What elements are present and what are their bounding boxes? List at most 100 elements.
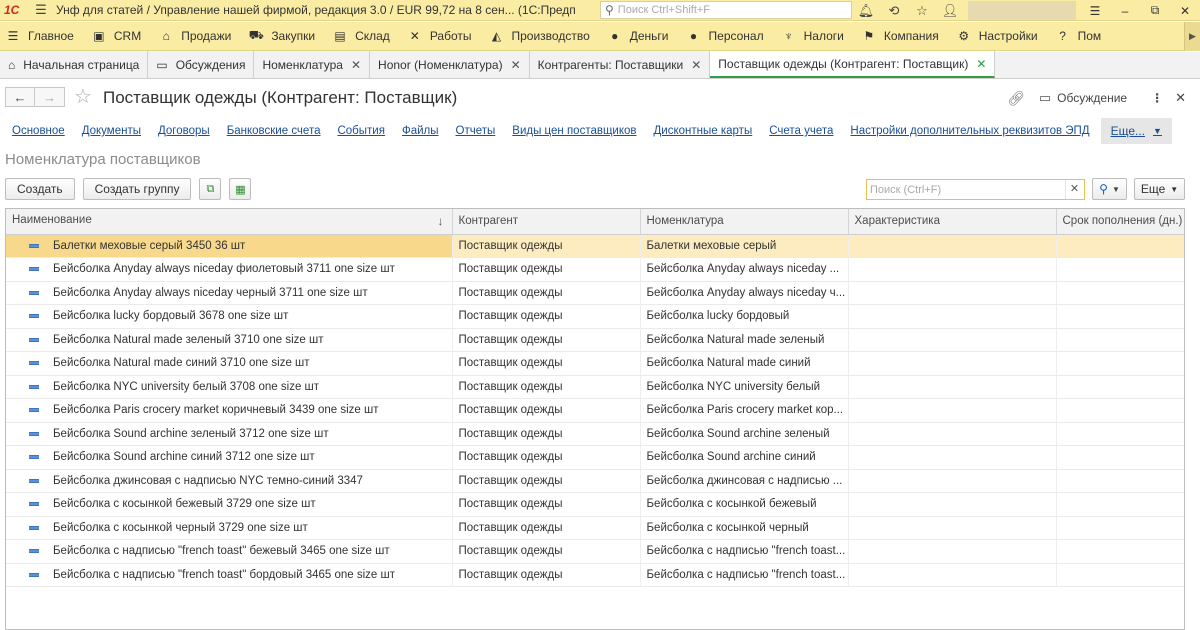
discussion-button[interactable]: Обсуждение: [1057, 91, 1127, 105]
cell-name[interactable]: Бейсболка Sound archine синий 3712 one s…: [6, 445, 453, 470]
list-search-field[interactable]: ✕: [866, 179, 1085, 200]
cell-replenishment-period[interactable]: [1056, 469, 1184, 493]
cell-name[interactable]: Бейсболка с надписью "french toast" беже…: [6, 539, 453, 564]
section-help[interactable]: ? Пом: [1047, 22, 1111, 51]
cell-nomenclature[interactable]: Бейсболка Sound archine зеленый: [640, 422, 849, 446]
create-group-button[interactable]: Создать группу: [82, 178, 192, 200]
cell-replenishment-period[interactable]: [1056, 375, 1184, 399]
cell-nomenclature[interactable]: Бейсболка с косынкой черный: [640, 516, 849, 540]
table-row[interactable]: Бейсболка джинсовая с надписью NYC темно…: [6, 469, 1184, 493]
nav-link-contracts[interactable]: Договоры: [158, 125, 210, 137]
table-row[interactable]: Бейсболка NYC university белый 3708 one …: [6, 375, 1184, 399]
section-production[interactable]: ◭ Производство: [481, 22, 599, 51]
table-row[interactable]: Бейсболка Sound archine зеленый 3712 one…: [6, 422, 1184, 446]
close-form-icon[interactable]: ✕: [1175, 90, 1186, 106]
cell-replenishment-period[interactable]: [1056, 516, 1184, 540]
user-icon[interactable]: 👤︎: [936, 3, 964, 19]
cell-replenishment-period[interactable]: [1056, 539, 1184, 564]
table-row[interactable]: Бейсболка Sound archine синий 3712 one s…: [6, 445, 1184, 470]
section-taxes[interactable]: ♆ Налоги: [773, 22, 853, 51]
more-actions-icon[interactable]: ⋮: [1151, 91, 1163, 105]
settings-menu-icon[interactable]: ☰: [1080, 4, 1110, 18]
cell-characteristic[interactable]: [848, 281, 1057, 305]
cell-characteristic[interactable]: [848, 492, 1057, 517]
cell-nomenclature[interactable]: Бейсболка NYC university белый: [640, 375, 849, 399]
cell-characteristic[interactable]: [848, 445, 1057, 470]
table-row[interactable]: Бейсболка с косынкой бежевый 3729 one si…: [6, 492, 1184, 517]
nav-link-reports[interactable]: Отчеты: [456, 125, 496, 137]
cell-replenishment-period[interactable]: [1056, 445, 1184, 470]
nav-link-discount-cards[interactable]: Дисконтные карты: [654, 125, 753, 137]
forward-button[interactable]: →: [35, 87, 65, 107]
maximize-icon[interactable]: ⧉: [1140, 3, 1170, 18]
cell-counterparty[interactable]: Поставщик одежды: [452, 539, 641, 564]
cell-name[interactable]: Бейсболка Anyday always niceday черный 3…: [6, 281, 453, 305]
section-main[interactable]: ☰ Главное: [0, 22, 83, 51]
cell-name[interactable]: Бейсболка NYC university белый 3708 one …: [6, 375, 453, 399]
close-tab-icon[interactable]: ✕: [511, 58, 521, 72]
section-warehouse[interactable]: ▤ Склад: [324, 22, 399, 51]
minimize-icon[interactable]: ‒: [1110, 4, 1140, 18]
tab-home[interactable]: ⌂ Начальная страница: [0, 51, 149, 78]
tab-clothing-supplier[interactable]: Поставщик одежды (Контрагент: Поставщик)…: [710, 51, 996, 78]
cell-nomenclature[interactable]: Бейсболка Anyday always niceday ч...: [640, 281, 849, 305]
copy-item-button[interactable]: ⧉: [199, 178, 222, 200]
cell-counterparty[interactable]: Поставщик одежды: [452, 351, 641, 376]
table-row[interactable]: Бейсболка Natural made зеленый 3710 one …: [6, 328, 1184, 352]
bell-icon[interactable]: 🔔︎: [852, 3, 880, 19]
cell-characteristic[interactable]: [848, 469, 1057, 493]
cell-name[interactable]: Бейсболка Paris crocery market коричневы…: [6, 398, 453, 423]
history-icon[interactable]: ⟲: [880, 3, 908, 19]
cell-characteristic[interactable]: [848, 398, 1057, 423]
clear-search-icon[interactable]: ✕: [1065, 180, 1083, 199]
cell-nomenclature[interactable]: Балетки меховые серый: [640, 234, 849, 258]
close-tab-icon[interactable]: ✕: [976, 57, 986, 71]
section-money[interactable]: ● Деньги: [599, 22, 678, 51]
cell-nomenclature[interactable]: Бейсболка с надписью "french toast...: [640, 563, 849, 587]
tab-suppliers[interactable]: Контрагенты: Поставщики ✕: [529, 51, 711, 78]
column-header-counterparty[interactable]: Контрагент: [452, 209, 641, 235]
hamburger-menu-icon[interactable]: ☰: [30, 0, 52, 21]
cell-characteristic[interactable]: [848, 234, 1057, 258]
global-search-input[interactable]: ⚲ Поиск Ctrl+Shift+F: [600, 1, 852, 19]
cell-counterparty[interactable]: Поставщик одежды: [452, 492, 641, 517]
cell-name[interactable]: Бейсболка с надписью "french toast" борд…: [6, 563, 453, 587]
sections-scroll-right-icon[interactable]: ▶: [1184, 22, 1200, 51]
section-works[interactable]: ✕ Работы: [399, 22, 481, 51]
create-button[interactable]: Создать: [5, 178, 75, 200]
cell-characteristic[interactable]: [848, 422, 1057, 446]
cell-characteristic[interactable]: [848, 257, 1057, 282]
cell-nomenclature[interactable]: Бейсболка с косынкой бежевый: [640, 492, 849, 517]
cell-nomenclature[interactable]: Бейсболка Sound archine синий: [640, 445, 849, 470]
cell-nomenclature[interactable]: Бейсболка Paris crocery market кор...: [640, 398, 849, 423]
tab-honor[interactable]: Honor (Номенклатура) ✕: [370, 51, 530, 78]
cell-counterparty[interactable]: Поставщик одежды: [452, 304, 641, 329]
cell-replenishment-period[interactable]: [1056, 234, 1184, 258]
cell-name[interactable]: Бейсболка Natural made синий 3710 one si…: [6, 351, 453, 376]
cell-replenishment-period[interactable]: [1056, 422, 1184, 446]
nav-link-files[interactable]: Файлы: [402, 125, 439, 137]
load-from-file-button[interactable]: ▦: [229, 178, 252, 200]
section-sales[interactable]: ⌂ Продажи: [150, 22, 240, 51]
cell-counterparty[interactable]: Поставщик одежды: [452, 328, 641, 352]
cell-counterparty[interactable]: Поставщик одежды: [452, 234, 641, 258]
table-row[interactable]: Бейсболка с надписью "french toast" борд…: [6, 563, 1184, 587]
nav-link-main[interactable]: Основное: [12, 125, 65, 137]
list-search-input[interactable]: [867, 180, 1065, 199]
cell-name[interactable]: Бейсболка с косынкой бежевый 3729 one si…: [6, 492, 453, 517]
cell-name[interactable]: Бейсболка Anyday always niceday фиолетов…: [6, 257, 453, 282]
cell-name[interactable]: Бейсболка lucky бордовый 3678 one size ш…: [6, 304, 453, 329]
section-personnel[interactable]: ● Персонал: [678, 22, 773, 51]
cell-replenishment-period[interactable]: [1056, 304, 1184, 329]
cell-nomenclature[interactable]: Бейсболка Natural made синий: [640, 351, 849, 376]
section-company[interactable]: ⚑ Компания: [853, 22, 948, 51]
cell-counterparty[interactable]: Поставщик одежды: [452, 469, 641, 493]
cell-counterparty[interactable]: Поставщик одежды: [452, 563, 641, 587]
column-header-characteristic[interactable]: Характеристика: [848, 209, 1057, 235]
cell-nomenclature[interactable]: Бейсболка с надписью "french toast...: [640, 539, 849, 564]
cell-characteristic[interactable]: [848, 351, 1057, 376]
table-row[interactable]: Балетки меховые серый 3450 36 шт Поставщи…: [6, 234, 1184, 258]
cell-name[interactable]: Балетки меховые серый 3450 36 шт: [6, 234, 453, 258]
cell-nomenclature[interactable]: Бейсболка Anyday always niceday ...: [640, 257, 849, 282]
section-crm[interactable]: ▣ CRM: [83, 22, 150, 51]
